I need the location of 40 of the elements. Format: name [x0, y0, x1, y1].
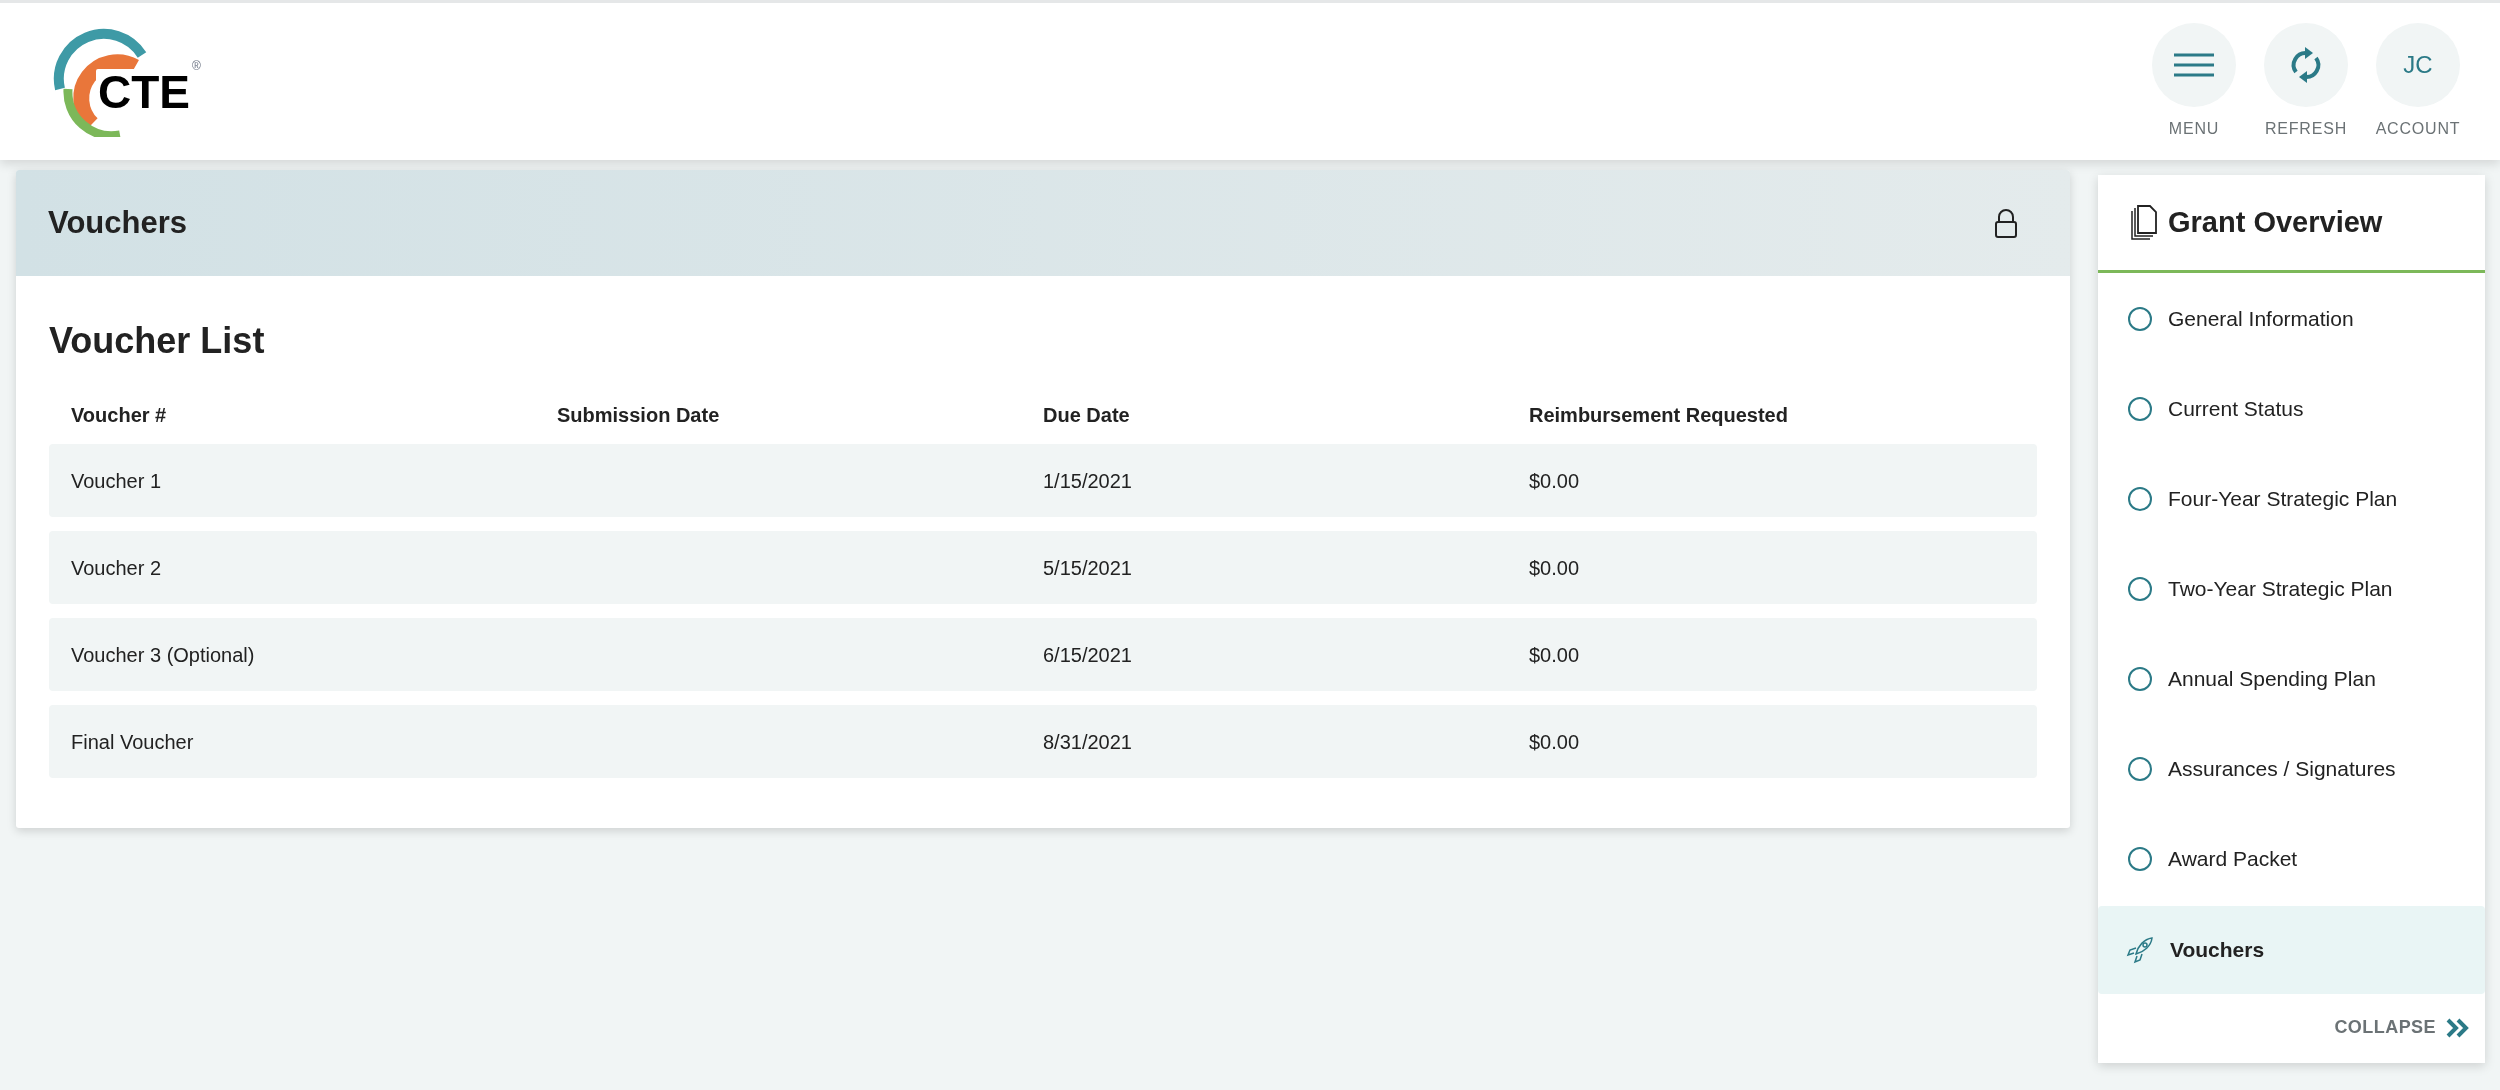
panel-title: Vouchers [48, 203, 187, 242]
sidebar-item[interactable]: Four-Year Strategic Plan [2098, 454, 2485, 544]
documents-icon [2130, 204, 2158, 241]
table-cell-text: Final Voucher [71, 729, 195, 755]
menu-icon [2172, 51, 2216, 78]
table-cell-text: 1/15/2021 [1043, 468, 1133, 494]
sidebar-item[interactable]: Annual Spending Plan [2098, 634, 2485, 724]
column-header: Due Date [1043, 403, 1131, 428]
table-cell-text: 5/15/2021 [1043, 555, 1133, 581]
voucher-row[interactable]: Voucher 1 1/15/2021 $0.00 [49, 444, 2037, 517]
voucher-row[interactable]: Voucher 2 5/15/2021 $0.00 [49, 531, 2037, 604]
table-cell-text: Voucher 1 [71, 468, 163, 494]
refresh-icon [2289, 45, 2323, 84]
list-heading: Voucher List [49, 319, 266, 363]
sidebar-item[interactable]: Vouchers [2098, 906, 2485, 994]
cte-logo[interactable]: CTE® [50, 26, 210, 137]
sidebar-item[interactable]: Two-Year Strategic Plan [2098, 544, 2485, 634]
sidebar-item[interactable]: Current Status [2098, 364, 2485, 454]
table-cell-text: $0.00 [1529, 642, 1581, 668]
column-header: Submission Date [557, 403, 721, 428]
table-cell-text: $0.00 [1529, 468, 1581, 494]
sidebar-item[interactable]: Assurances / Signatures [2098, 724, 2485, 814]
rocket-icon [2126, 936, 2154, 964]
collapse-button[interactable]: COLLAPSE [2334, 1014, 2470, 1041]
table-cell-text: 8/31/2021 [1043, 729, 1133, 755]
sidebar-item[interactable]: General Information [2098, 274, 2485, 364]
account-initials: JC [2403, 49, 2433, 80]
table-cell-text: $0.00 [1529, 729, 1581, 755]
voucher-row[interactable]: Final Voucher 8/31/2021 $0.00 [49, 705, 2037, 778]
table-cell-text: Voucher 3 (Optional) [71, 642, 256, 668]
double-chevron-icon [2446, 1017, 2470, 1038]
table-cell-text: $0.00 [1529, 555, 1581, 581]
column-header: Reimbursement Requested [1529, 403, 1789, 428]
sidebar-item[interactable]: Award Packet [2098, 814, 2485, 904]
table-cell-text: 6/15/2021 [1043, 642, 1133, 668]
table-cell-text: Voucher 2 [71, 555, 163, 581]
voucher-row[interactable]: Voucher 3 (Optional) 6/15/2021 $0.00 [49, 618, 2037, 691]
column-header: Voucher # [71, 403, 168, 428]
registered-mark: ® [192, 57, 201, 75]
sidebar-title: Grant Overview [2168, 204, 2383, 240]
